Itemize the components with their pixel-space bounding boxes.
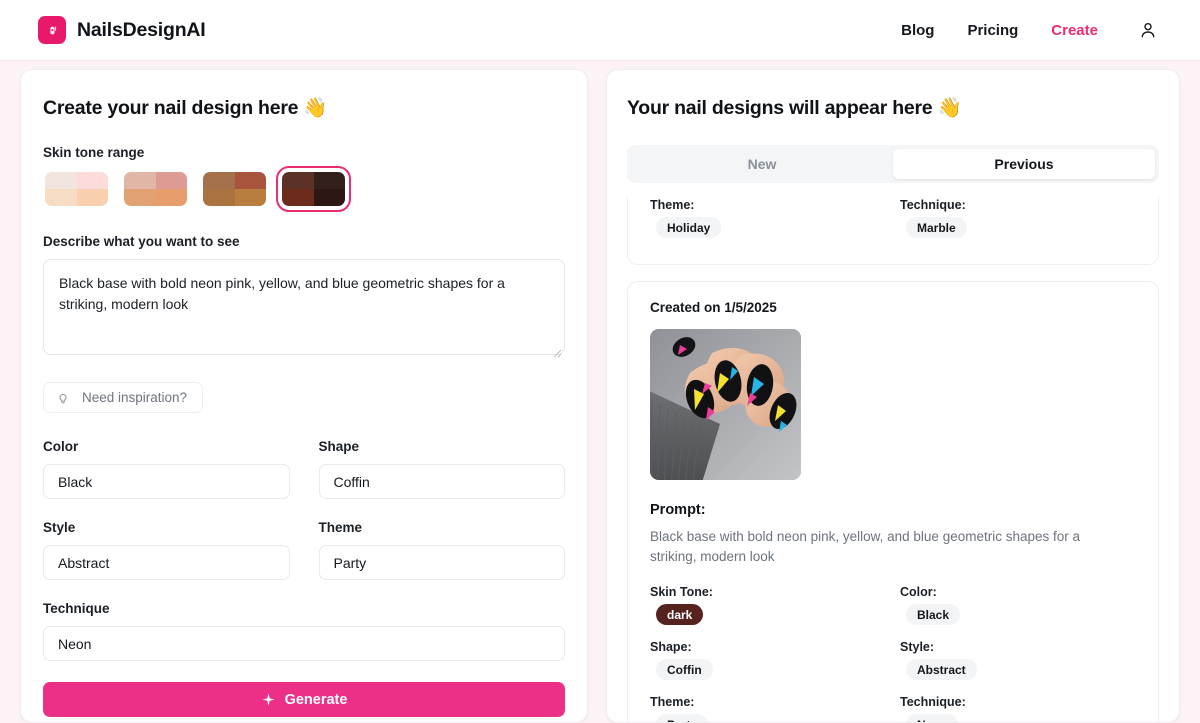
attr-technique: Technique: Marble	[900, 198, 1136, 244]
nav-links: Blog Pricing Create	[901, 18, 1160, 42]
brand-name: NailsDesignAI	[77, 18, 206, 41]
attr-theme-label: Theme:	[650, 695, 695, 709]
attr-color-label: Color:	[900, 585, 937, 599]
field-shape-label: Shape	[318, 439, 360, 454]
swatch-quadrant	[234, 189, 266, 206]
skin-tone-label: Skin tone range	[43, 145, 145, 160]
attr-skin-tone: Skin Tone: dark	[650, 585, 886, 631]
swatch-quadrant	[76, 189, 108, 206]
attr-technique-label: Technique:	[900, 198, 966, 212]
attr-color-chip: Black	[906, 604, 961, 625]
field-technique: Technique Neon	[43, 601, 565, 661]
clipped-card-attributes: Theme: Holiday Technique: Marble	[650, 197, 1136, 244]
top-navbar: NailsDesignAI Blog Pricing Create	[0, 0, 1200, 61]
card-prompt-text: Black base with bold neon pink, yellow, …	[650, 529, 1081, 564]
attr-theme-chip: Party	[656, 714, 709, 722]
attr-theme-chip: Holiday	[656, 217, 722, 238]
prompt-heading: Prompt:	[650, 502, 706, 518]
page-title: Create your nail design here 👋	[43, 97, 328, 119]
field-theme-label: Theme	[318, 520, 363, 535]
attr-color: Color: Black	[900, 585, 1136, 631]
swatch-quadrant	[124, 172, 156, 189]
attr-style-label: Style:	[900, 640, 935, 654]
attr-skin-tone-chip: dark	[656, 604, 704, 625]
page-body: Create your nail design here 👋 Skin tone…	[0, 61, 1200, 723]
tab-previous[interactable]: Previous	[893, 149, 1155, 179]
attr-technique-chip: Marble	[906, 217, 967, 238]
field-shape: Shape Coffin	[318, 439, 565, 499]
generate-label: Generate	[284, 691, 348, 708]
nav-link-blog[interactable]: Blog	[901, 22, 934, 39]
prompt-input[interactable]	[43, 259, 565, 355]
field-style-label: Style	[43, 520, 76, 535]
attr-skin-tone-label: Skin Tone:	[650, 585, 713, 599]
swatch-quadrant	[203, 172, 235, 189]
card-attributes: Skin Tone: dark Color: Black Shape: Coff…	[650, 585, 1136, 722]
design-form-panel: Create your nail design here 👋 Skin tone…	[20, 69, 588, 723]
skin-tone-option-light[interactable]	[43, 170, 110, 208]
results-tabs: New Previous	[627, 145, 1159, 183]
swatch-quadrant	[45, 189, 77, 206]
field-color: Color Black	[43, 439, 290, 499]
attr-style: Style: Abstract	[900, 640, 1136, 686]
brand-logo[interactable]: NailsDesignAI	[38, 16, 206, 44]
attr-technique: Technique: Neon	[900, 695, 1136, 722]
sparkle-icon	[261, 693, 275, 706]
nav-link-create[interactable]: Create	[1051, 22, 1098, 39]
attr-shape-chip: Coffin	[656, 659, 713, 680]
attr-technique-chip: Neon	[906, 714, 958, 722]
prompt-textarea-wrap	[43, 259, 565, 360]
result-card[interactable]: Created on 1/5/2025 Prompt: Black base w…	[627, 281, 1159, 722]
attr-theme-label: Theme:	[650, 198, 695, 212]
swatch-quadrant	[313, 172, 345, 189]
swatch-quadrant	[234, 172, 266, 189]
swatch-quadrant	[76, 172, 108, 189]
results-title: Your nail designs will appear here 👋	[627, 97, 962, 119]
swatch-quadrant	[155, 172, 187, 189]
skin-tone-option-medium[interactable]	[201, 170, 268, 208]
theme-select[interactable]: Party	[318, 545, 565, 580]
user-icon[interactable]	[1136, 18, 1160, 42]
generate-button[interactable]: Generate	[43, 682, 565, 717]
nail-design-image[interactable]	[650, 329, 801, 480]
nav-link-pricing[interactable]: Pricing	[967, 22, 1018, 39]
attr-shape-label: Shape:	[650, 640, 692, 654]
attr-shape: Shape: Coffin	[650, 640, 886, 686]
results-panel: Your nail designs will appear here 👋 New…	[606, 69, 1180, 723]
result-card-clipped[interactable]: Theme: Holiday Technique: Marble	[627, 197, 1159, 265]
card-created-date: Created on 1/5/2025	[650, 300, 777, 315]
skin-tone-option-medium-light[interactable]	[122, 170, 189, 208]
prompt-label: Describe what you want to see	[43, 234, 240, 249]
results-list[interactable]: Theme: Holiday Technique: Marble Created…	[627, 197, 1159, 722]
attr-style-chip: Abstract	[906, 659, 977, 680]
skin-tone-options	[43, 166, 565, 212]
nail-design-illustration	[650, 329, 801, 480]
swatch-quadrant	[282, 172, 314, 189]
field-style: Style Abstract	[43, 520, 290, 580]
attr-technique-label: Technique:	[900, 695, 966, 709]
swatch-quadrant	[124, 189, 156, 206]
lightbulb-icon	[59, 393, 67, 403]
technique-select[interactable]: Neon	[43, 626, 565, 661]
attr-theme: Theme: Party	[650, 695, 886, 722]
shape-select[interactable]: Coffin	[318, 464, 565, 499]
attr-theme: Theme: Holiday	[650, 198, 886, 244]
nail-polish-icon	[38, 16, 66, 44]
swatch-quadrant	[313, 189, 345, 206]
swatch-quadrant	[155, 189, 187, 206]
field-color-label: Color	[43, 439, 79, 454]
color-select[interactable]: Black	[43, 464, 290, 499]
field-technique-label: Technique	[43, 601, 110, 616]
swatch-quadrant	[45, 172, 77, 189]
swatch-quadrant	[282, 189, 314, 206]
swatch-quadrant	[203, 189, 235, 206]
skin-tone-option-dark[interactable]	[276, 166, 351, 212]
attribute-fields: Color Black Shape Coffin Style Abstract …	[43, 439, 565, 601]
field-theme: Theme Party	[318, 520, 565, 580]
need-inspiration-label: Need inspiration?	[82, 390, 188, 405]
tab-new[interactable]: New	[631, 149, 893, 179]
need-inspiration-button[interactable]: Need inspiration?	[43, 382, 204, 413]
style-select[interactable]: Abstract	[43, 545, 290, 580]
